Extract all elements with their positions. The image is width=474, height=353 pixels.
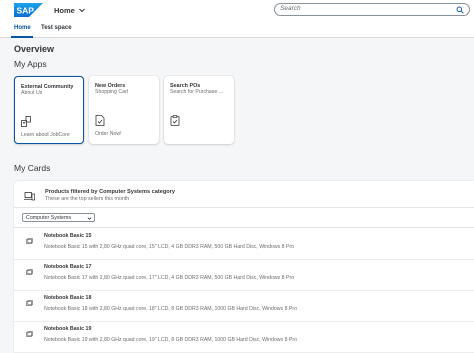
list-item-description: Notebook Basic 17 with 2,80 GHz quad cor… xyxy=(44,275,295,281)
tile-subtitle: Shopping Cart xyxy=(95,89,129,95)
tab-test-space[interactable]: Test space xyxy=(41,25,72,31)
home-menu-label: Home xyxy=(54,5,75,15)
list-item-title: Notebook Basic 15 xyxy=(44,233,92,239)
order-document-icon xyxy=(95,115,105,126)
list-item[interactable]: Notebook Basic 17 Notebook Basic 17 with… xyxy=(14,260,474,291)
list-divider xyxy=(14,227,474,228)
list-item[interactable]: Notebook Basic 18 Notebook Basic 18 with… xyxy=(14,291,474,322)
list-item-description: Notebook Basic 18 with 2,80 GHz quad cor… xyxy=(44,306,297,312)
shell-bar: SAP Home Search xyxy=(0,0,474,20)
tile-footer: Order Now! xyxy=(95,131,122,137)
my-apps-title: My Apps xyxy=(14,59,47,69)
list-item-description: Notebook Basic 15 with 2,80 GHz quad cor… xyxy=(44,244,295,250)
task-clipboard-icon xyxy=(170,115,180,126)
products-card: Products filtered by Computer Systems ca… xyxy=(14,181,474,353)
tile-footer: Learn about JobCore xyxy=(21,132,70,138)
community-icon xyxy=(21,116,31,127)
card-header-divider xyxy=(14,207,474,208)
tab-selected-indicator xyxy=(11,36,33,38)
svg-text:SAP: SAP xyxy=(17,6,35,16)
product-icon xyxy=(26,331,33,337)
list-item-title: Notebook Basic 17 xyxy=(44,264,92,270)
list-item[interactable]: Notebook Basic 19 Notebook Basic 19 with… xyxy=(14,322,474,353)
product-icon xyxy=(26,300,33,306)
sap-logo[interactable]: SAP xyxy=(14,3,43,17)
laptop-icon xyxy=(24,192,35,201)
tile-subtitle: Search for Purchase ... xyxy=(170,89,224,95)
overview-title: Overview xyxy=(14,44,55,54)
card-title[interactable]: Products filtered by Computer Systems ca… xyxy=(45,189,175,195)
app-tile-external-community[interactable]: External Community About Us Learn about … xyxy=(14,76,84,144)
app-tile-search-pos[interactable]: Search POs Search for Purchase ... xyxy=(164,76,234,144)
list-item-title: Notebook Basic 18 xyxy=(44,295,92,301)
category-select-value: Computer Systems xyxy=(26,214,72,221)
home-menu-button[interactable]: Home xyxy=(54,3,86,17)
my-cards-title: My Cards xyxy=(14,163,51,173)
product-icon xyxy=(26,238,33,244)
chevron-down-icon xyxy=(87,216,92,220)
app-tile-new-orders[interactable]: New Orders Shopping Cart Order Now! xyxy=(89,76,159,144)
search-placeholder: Search xyxy=(280,5,301,12)
category-select[interactable]: Computer Systems xyxy=(22,213,95,222)
list-item-description: Notebook Basic 19 with 2,80 GHz quad cor… xyxy=(44,337,297,343)
list-item-title: Notebook Basic 19 xyxy=(44,326,92,332)
search-input[interactable]: Search xyxy=(274,3,470,16)
list-item[interactable]: Notebook Basic 15 Notebook Basic 15 with… xyxy=(14,229,474,260)
chevron-down-icon xyxy=(78,8,85,13)
space-tabs: Home Test space xyxy=(0,20,474,38)
tab-home[interactable]: Home xyxy=(14,25,31,31)
card-subtitle: These are the top sellers this month xyxy=(45,196,130,202)
tile-subtitle: About Us xyxy=(21,90,43,96)
product-icon xyxy=(26,269,33,275)
search-icon[interactable] xyxy=(456,6,464,14)
